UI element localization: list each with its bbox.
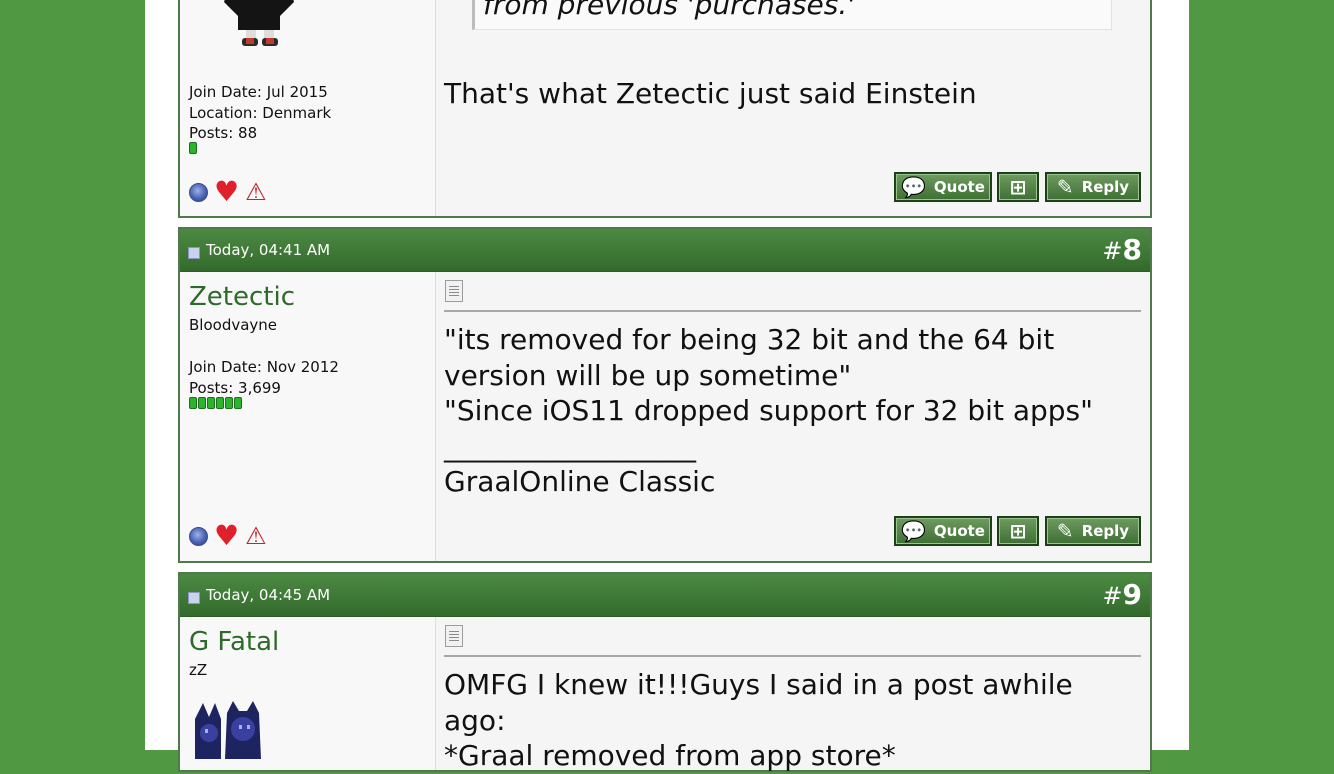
- user-info-panel: Join Date: Jul 2015 Location: Denmark Po…: [180, 0, 436, 216]
- multi-quote-button[interactable]: ⊞: [997, 516, 1039, 546]
- quote-button[interactable]: 💬 Quote: [894, 516, 992, 546]
- user-icons: ♥ ⚠: [189, 522, 267, 550]
- user-avatar: [189, 699, 269, 759]
- reply-label: Reply: [1081, 178, 1130, 196]
- user-meta: Join Date: Nov 2012 Posts: 3,699: [189, 357, 339, 398]
- post-body: G Fatal zZ OMFG I knew it!!!Guys I said …: [180, 617, 1150, 772]
- post-date: Today, 04:45 AM: [206, 586, 331, 604]
- signature-divider: __________________: [444, 429, 696, 463]
- quote-box: from previous 'purchases.': [472, 0, 1112, 30]
- message-text: "its removed for being 32 bit and the 64…: [444, 322, 1142, 500]
- reputation-bar: [189, 397, 243, 409]
- reputation-pip: [207, 397, 215, 409]
- username[interactable]: G Fatal: [189, 627, 279, 657]
- reply-button[interactable]: ✎ Reply: [1045, 516, 1141, 546]
- message-line: *Graal removed from app store*: [444, 739, 896, 772]
- pencil-icon: ✎: [1056, 175, 1074, 199]
- post-message: "its removed for being 32 bit and the 64…: [436, 272, 1150, 561]
- online-status-icon[interactable]: [189, 526, 208, 546]
- message-line: "Since iOS11 dropped support for 32 bit …: [444, 394, 1094, 427]
- post-doc-icon: [445, 280, 463, 302]
- report-warning-icon[interactable]: ⚠: [245, 180, 267, 204]
- multi-quote-button[interactable]: ⊞: [997, 172, 1039, 202]
- post-icon: [188, 592, 200, 604]
- post-number[interactable]: #9: [1102, 578, 1142, 611]
- user-icons: ♥ ⚠: [189, 178, 267, 206]
- divider: [444, 310, 1141, 312]
- reply-label: Reply: [1081, 522, 1130, 540]
- reputation-bar: [189, 142, 198, 154]
- reputation-pip: [216, 397, 224, 409]
- post-7: Join Date: Jul 2015 Location: Denmark Po…: [178, 0, 1152, 218]
- reply-button[interactable]: ✎ Reply: [1045, 172, 1141, 202]
- user-avatar: [216, 0, 302, 46]
- post-date: Today, 04:41 AM: [206, 241, 331, 259]
- username[interactable]: Zetectic: [189, 282, 295, 312]
- message-line: version will be up sometime": [444, 358, 852, 392]
- user-info-panel: G Fatal zZ: [180, 617, 436, 770]
- post-8: Today, 04:41 AM #8 Zetectic Bloodvayne J…: [178, 227, 1152, 563]
- post-icon: [188, 247, 200, 259]
- user-title: zZ: [189, 661, 208, 679]
- user-title: Bloodvayne: [189, 316, 278, 334]
- join-date: Join Date: Jul 2015: [189, 83, 328, 101]
- location: Location: Denmark: [189, 103, 332, 122]
- message-line: OMFG I knew it!!!Guys I said in a post a…: [444, 668, 1073, 737]
- quote-text: from previous 'purchases.': [483, 0, 855, 21]
- post-number-hash: #: [1102, 237, 1123, 265]
- post-body: Join Date: Jul 2015 Location: Denmark Po…: [180, 0, 1150, 216]
- multi-quote-icon: ⊞: [1009, 519, 1027, 543]
- post-header: Today, 04:45 AM #9: [180, 574, 1150, 617]
- post-doc-icon: [445, 625, 463, 647]
- speech-bubble-icon: 💬: [901, 519, 926, 543]
- pencil-icon: ✎: [1056, 519, 1074, 543]
- post-number-value: 9: [1122, 578, 1142, 611]
- user-info-panel: Zetectic Bloodvayne Join Date: Nov 2012 …: [180, 272, 436, 561]
- message-text: OMFG I knew it!!!Guys I said in a post a…: [444, 667, 1142, 774]
- post-9: Today, 04:45 AM #9 G Fatal zZ OMFG I kne…: [178, 572, 1152, 772]
- reputation-pip: [189, 397, 197, 409]
- post-message: OMFG I knew it!!!Guys I said in a post a…: [436, 617, 1150, 772]
- online-status-icon[interactable]: [189, 182, 208, 202]
- quote-button[interactable]: 💬 Quote: [894, 172, 992, 202]
- post-count: Posts: 3,699: [189, 378, 281, 397]
- post-header: Today, 04:41 AM #8: [180, 229, 1150, 272]
- forum-page: Join Date: Jul 2015 Location: Denmark Po…: [145, 0, 1189, 772]
- post-number-value: 8: [1122, 233, 1142, 266]
- quote-label: Quote: [933, 522, 985, 540]
- message-line: "its removed for being 32 bit and the 64…: [444, 323, 1055, 356]
- heart-icon[interactable]: ♥: [214, 522, 239, 550]
- quote-label: Quote: [933, 178, 985, 196]
- divider: [444, 655, 1141, 657]
- speech-bubble-icon: 💬: [901, 175, 926, 199]
- post-body: Zetectic Bloodvayne Join Date: Nov 2012 …: [180, 272, 1150, 561]
- heart-icon[interactable]: ♥: [214, 178, 239, 206]
- post-number[interactable]: #8: [1102, 233, 1142, 266]
- reputation-pip: [225, 397, 233, 409]
- message-text: That's what Zetectic just said Einstein: [444, 77, 977, 110]
- post-count: Posts: 88: [189, 124, 258, 142]
- multi-quote-icon: ⊞: [1009, 175, 1027, 199]
- join-date: Join Date: Nov 2012: [189, 358, 339, 376]
- post-number-hash: #: [1102, 582, 1123, 610]
- post-message: from previous 'purchases.' That's what Z…: [436, 0, 1150, 216]
- reputation-pip: [234, 397, 242, 409]
- user-meta: Join Date: Jul 2015 Location: Denmark Po…: [189, 82, 331, 144]
- reputation-pip: [189, 142, 197, 154]
- reputation-pip: [198, 397, 206, 409]
- signature: GraalOnline Classic: [444, 465, 716, 498]
- report-warning-icon[interactable]: ⚠: [245, 524, 267, 548]
